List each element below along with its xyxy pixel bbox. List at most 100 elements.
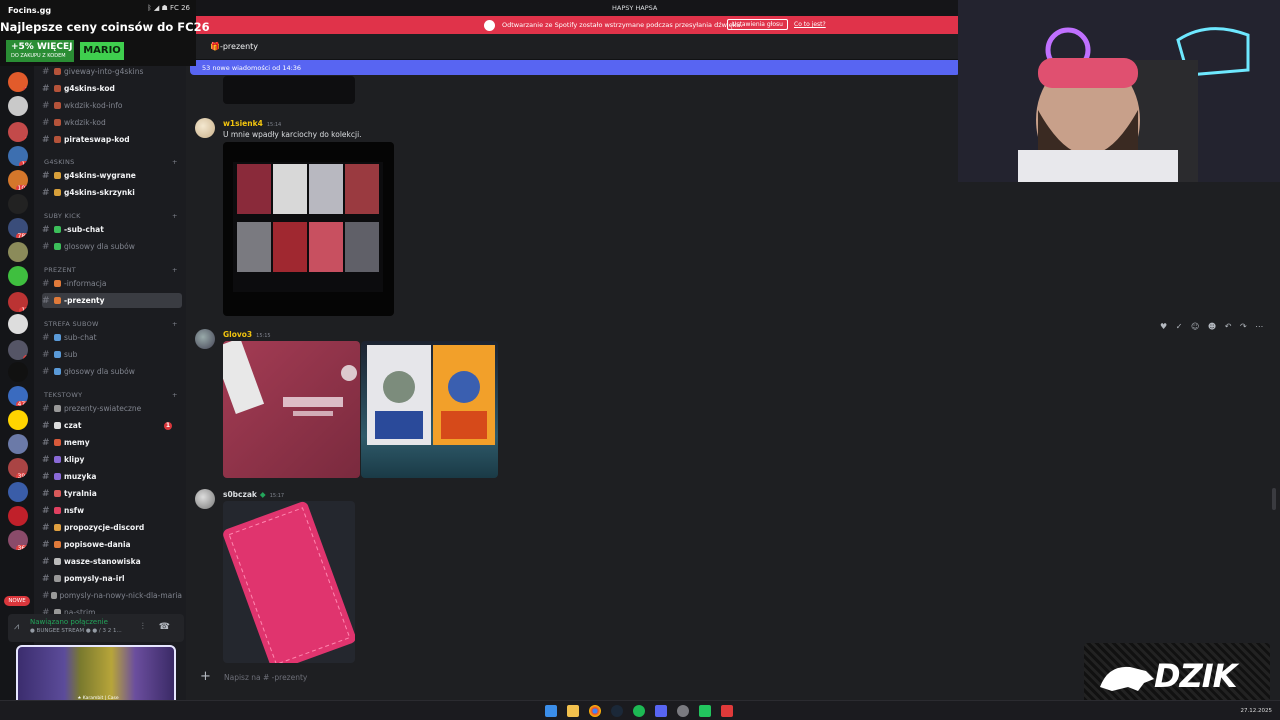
channel-item[interactable]: # nsfw — [42, 503, 182, 518]
new-messages-bar[interactable]: 53 nowe wiadomości od 14:36 — [190, 60, 960, 75]
channel-item[interactable]: # -prezenty — [42, 293, 182, 308]
avatar[interactable] — [195, 489, 215, 509]
server-icon[interactable]: 7 — [8, 72, 28, 92]
add-channel-icon[interactable]: + — [172, 391, 178, 399]
windows-start-icon[interactable] — [545, 705, 557, 717]
voice-settings-button[interactable]: Ustawienia głosu — [727, 19, 788, 30]
spotify-icon — [484, 20, 495, 31]
server-icon[interactable]: 368 — [8, 530, 28, 550]
channel-label: sub — [64, 350, 78, 359]
channel-item[interactable]: # glosowy dla subów — [42, 239, 182, 254]
server-icon[interactable] — [8, 410, 28, 430]
channel-item[interactable]: # g4skins-kod — [42, 81, 182, 96]
streamer-webcam — [958, 0, 1280, 182]
add-channel-icon[interactable]: + — [172, 212, 178, 220]
server-icon[interactable] — [8, 362, 28, 382]
attach-plus-icon[interactable]: + — [200, 669, 211, 684]
channel-item[interactable]: # g4skins-skrzynki — [42, 185, 182, 200]
avatar[interactable] — [195, 118, 215, 138]
channel-category[interactable]: SUBY KICK + — [44, 212, 177, 220]
server-icon[interactable]: 396 — [8, 458, 28, 478]
channel-emoji-icon — [54, 68, 61, 75]
add-channel-icon[interactable]: + — [172, 266, 178, 274]
channel-item[interactable]: # czat 1 — [42, 418, 182, 433]
channel-item[interactable]: # pirateswap-kod — [42, 132, 182, 147]
channel-label: popisowe-dania — [64, 540, 131, 549]
server-icon[interactable] — [8, 242, 28, 262]
message-image[interactable] — [361, 341, 498, 478]
channel-emoji-icon — [54, 119, 61, 126]
server-icon[interactable] — [8, 266, 28, 286]
channel-item[interactable]: # wkdzik-kod-info — [42, 98, 182, 113]
message-author[interactable]: w1sienk4 15:14 — [223, 119, 281, 128]
server-icon[interactable]: 1 — [8, 340, 28, 360]
discord-icon[interactable] — [655, 705, 667, 717]
security-app-icon[interactable] — [721, 705, 733, 717]
channel-item[interactable]: # giveway-into-g4skins — [42, 64, 182, 79]
channel-item[interactable]: # pomysly-na-irl — [42, 571, 182, 586]
message-image[interactable] — [223, 501, 355, 663]
message-image[interactable] — [223, 142, 394, 316]
channel-label: pirateswap-kod — [64, 135, 130, 144]
server-icon[interactable]: 14 — [8, 146, 28, 166]
channel-item[interactable]: # wasze-stanowiska — [42, 554, 182, 569]
server-icon[interactable]: 2 — [8, 122, 28, 142]
server-icon[interactable] — [8, 96, 28, 116]
server-icon[interactable] — [8, 506, 28, 526]
server-icon[interactable] — [8, 194, 28, 214]
channel-emoji-icon — [54, 456, 61, 463]
add-channel-icon[interactable]: + — [172, 158, 178, 166]
channel-item[interactable]: # klipy — [42, 452, 182, 467]
channel-category[interactable]: TEKSTOWY + — [44, 391, 177, 399]
channel-item[interactable]: # g4skins-wygrane — [42, 168, 182, 183]
what-is-this-link[interactable]: Co to jest? — [794, 21, 826, 28]
channel-item[interactable]: # prezenty-swiateczne — [42, 401, 182, 416]
hash-icon: # — [42, 505, 50, 516]
add-channel-icon[interactable]: + — [172, 320, 178, 328]
server-mention-badge: 396 — [15, 473, 28, 478]
message-author[interactable]: s0bczak ◆ 15:17 — [223, 490, 284, 499]
server-icon[interactable]: 107 — [8, 170, 28, 190]
disconnect-icon[interactable]: ⫶ ☎ — [142, 622, 176, 632]
channel-item[interactable]: # -informacja — [42, 276, 182, 291]
channel-category[interactable]: STREFA SUBOW + — [44, 320, 177, 328]
channel-item[interactable]: # sub — [42, 347, 182, 362]
message-author[interactable]: Glovo3 15:15 — [223, 330, 271, 339]
hash-icon: # — [42, 471, 50, 482]
channel-item[interactable]: # głosowy dla subów — [42, 364, 182, 379]
channel-item[interactable]: # -sub-chat — [42, 222, 182, 237]
server-icon[interactable] — [8, 482, 28, 502]
avatar[interactable] — [195, 329, 215, 349]
file-explorer-icon[interactable] — [567, 705, 579, 717]
server-icon[interactable]: 11 — [8, 292, 28, 312]
server-icon[interactable] — [8, 434, 28, 454]
channel-item[interactable]: # muzyka — [42, 469, 182, 484]
channel-category[interactable]: G4SKINS + — [44, 158, 177, 166]
message-image[interactable] — [223, 76, 355, 104]
channel-label: giveway-into-g4skins — [64, 67, 144, 76]
channel-item[interactable]: # wkdzik-kod — [42, 115, 182, 130]
channel-item[interactable]: # tyralnia — [42, 486, 182, 501]
server-icon[interactable]: 785 — [8, 218, 28, 238]
channel-item[interactable]: # propozycje-discord — [42, 520, 182, 535]
channel-item[interactable]: # memy — [42, 435, 182, 450]
channel-item[interactable]: # pomysly-na-nowy-nick-dla-maria — [42, 588, 182, 603]
channel-item[interactable]: # sub-chat — [42, 330, 182, 345]
hash-icon: # — [42, 573, 50, 584]
server-mention-badge: 2 — [23, 137, 28, 142]
server-icon[interactable] — [8, 314, 28, 334]
spotify-taskbar-icon[interactable] — [633, 705, 645, 717]
game-launcher-icon[interactable] — [699, 705, 711, 717]
settings-icon[interactable] — [677, 705, 689, 717]
channel-item[interactable]: # popisowe-dania — [42, 537, 182, 552]
steam-icon[interactable] — [611, 705, 623, 717]
channel-label: g4skins-kod — [64, 84, 115, 93]
scrollbar[interactable] — [1272, 488, 1276, 510]
channel-category[interactable]: PREZENT + — [44, 266, 177, 274]
new-servers-pill[interactable]: NOWE — [4, 596, 30, 606]
message-image[interactable] — [223, 341, 360, 478]
message-actions[interactable]: ♥ ✓ ☺ ☻ ↶ ↷ ⋯ — [1160, 322, 1266, 331]
server-icon[interactable]: 472 — [8, 386, 28, 406]
hash-icon: # — [42, 349, 50, 360]
chrome-icon[interactable] — [589, 705, 601, 717]
